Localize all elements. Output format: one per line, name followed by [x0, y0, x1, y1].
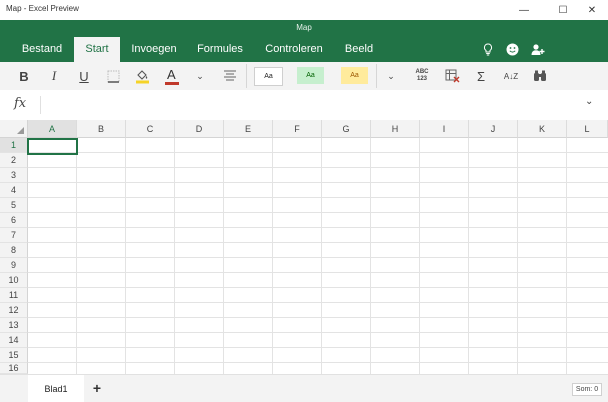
chevron-down-icon[interactable]: ⌄	[585, 96, 593, 107]
tab-beeld[interactable]: Beeld	[336, 37, 382, 62]
row-header-5[interactable]: 5	[0, 198, 28, 213]
row-header-1[interactable]: 1	[0, 138, 28, 153]
tab-invoegen[interactable]: Invoegen	[124, 37, 184, 62]
fill-bucket-icon	[135, 70, 149, 84]
clear-table-icon	[445, 69, 459, 83]
title-bar: Map - Excel Preview — ☐ ✕	[0, 0, 608, 20]
sort-filter-button[interactable]: A↓Z	[500, 64, 522, 88]
borders-button[interactable]	[103, 64, 123, 88]
row-header-3[interactable]: 3	[0, 168, 28, 183]
worksheet-grid: A B C D E F G H I J K L 1 2 3 4 5 6 7 8 …	[0, 120, 608, 374]
column-header-e[interactable]: E	[224, 120, 273, 138]
autosum-button[interactable]: Σ	[471, 64, 491, 88]
close-button[interactable]: ✕	[576, 0, 608, 20]
styles-chevron-down-icon[interactable]: ⌄	[383, 64, 399, 88]
binoculars-icon	[534, 70, 546, 81]
tab-start[interactable]: Start	[74, 37, 120, 62]
column-header-j[interactable]: J	[469, 120, 518, 138]
row-header-8[interactable]: 8	[0, 243, 28, 258]
tab-formules[interactable]: Formules	[191, 37, 249, 62]
tab-bestand[interactable]: Bestand	[10, 37, 74, 62]
share-person-icon[interactable]	[529, 39, 547, 59]
borders-icon	[107, 70, 119, 83]
cell-style-good[interactable]: Aa	[297, 67, 324, 84]
column-header-i[interactable]: I	[420, 120, 469, 138]
lightbulb-icon[interactable]	[479, 39, 497, 59]
number-format-button[interactable]: ABC 123	[410, 64, 434, 88]
column-header-l[interactable]: L	[567, 120, 608, 138]
formula-bar: fx ⌄	[0, 90, 608, 121]
font-color-swatch	[165, 82, 179, 85]
row-header-2[interactable]: 2	[0, 153, 28, 168]
row-header-16[interactable]: 16	[0, 363, 28, 374]
toolbar-divider	[246, 64, 247, 88]
row-header-11[interactable]: 11	[0, 288, 28, 303]
italic-button[interactable]: I	[44, 64, 64, 88]
add-sheet-button[interactable]: +	[88, 378, 106, 398]
smiley-icon[interactable]	[503, 39, 521, 59]
row-header-4[interactable]: 4	[0, 183, 28, 198]
tab-controleren[interactable]: Controleren	[258, 37, 330, 62]
select-all-corner[interactable]	[0, 120, 28, 138]
ribbon-header: Map Bestand Start Invoegen Formules Cont…	[0, 20, 608, 62]
column-header-k[interactable]: K	[518, 120, 567, 138]
font-color-button[interactable]: A	[161, 64, 183, 88]
row-header-9[interactable]: 9	[0, 258, 28, 273]
toolbar-divider	[376, 64, 377, 88]
number-format-123: 123	[416, 76, 427, 82]
align-button[interactable]	[220, 64, 240, 88]
sheet-tab-bar: Blad1 + Som: 0	[0, 374, 608, 402]
column-header-d[interactable]: D	[175, 120, 224, 138]
column-header-c[interactable]: C	[126, 120, 175, 138]
row-header-10[interactable]: 10	[0, 273, 28, 288]
column-header-a[interactable]: A	[28, 120, 77, 138]
column-header-g[interactable]: G	[322, 120, 371, 138]
row-header-14[interactable]: 14	[0, 333, 28, 348]
column-header-f[interactable]: F	[273, 120, 322, 138]
fill-color-button[interactable]	[131, 64, 153, 88]
minimize-button[interactable]: —	[507, 0, 541, 20]
row-header-7[interactable]: 7	[0, 228, 28, 243]
formula-input[interactable]	[46, 96, 576, 114]
sheet-tab-blad1[interactable]: Blad1	[28, 375, 84, 402]
align-center-icon	[224, 70, 236, 81]
maximize-button[interactable]: ☐	[546, 0, 580, 20]
cell-style-normal[interactable]: Aa	[254, 67, 283, 86]
ribbon-toolbar: B I U A ⌄ Aa Aa Aa ⌄ ABC 123 Σ A↓Z	[0, 62, 608, 91]
row-header-6[interactable]: 6	[0, 213, 28, 228]
row-header-15[interactable]: 15	[0, 348, 28, 363]
fx-icon[interactable]: fx	[14, 96, 26, 111]
app-title: Map - Excel Preview	[6, 4, 79, 13]
clear-button[interactable]	[441, 64, 463, 88]
bold-button[interactable]: B	[14, 64, 34, 88]
underline-button[interactable]: U	[74, 64, 94, 88]
find-button[interactable]	[530, 64, 550, 88]
row-header-12[interactable]: 12	[0, 303, 28, 318]
formula-divider	[40, 96, 41, 114]
status-sum: Som: 0	[572, 383, 602, 396]
font-color-label: A	[167, 67, 176, 82]
number-format-abc: ABC	[415, 69, 429, 75]
row-header-13[interactable]: 13	[0, 318, 28, 333]
cell-area[interactable]	[28, 138, 608, 374]
column-header-b[interactable]: B	[77, 120, 126, 138]
column-header-h[interactable]: H	[371, 120, 420, 138]
cell-style-neutral[interactable]: Aa	[341, 67, 368, 84]
document-title: Map	[296, 23, 312, 32]
active-cell-a1[interactable]	[27, 138, 78, 155]
chevron-down-icon[interactable]: ⌄	[192, 64, 208, 88]
